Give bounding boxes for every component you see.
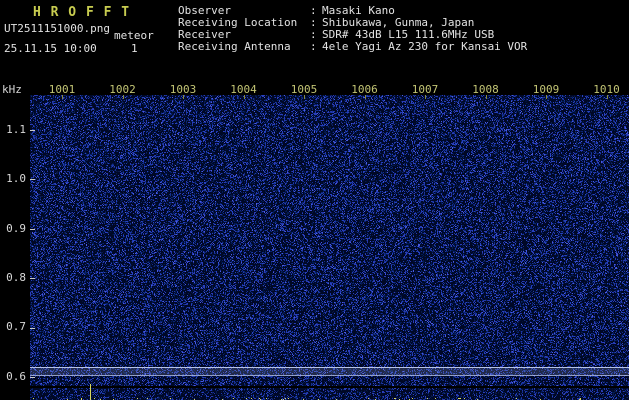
y-tick-label: 0.7	[2, 320, 26, 333]
y-tick-label: 0.6	[2, 370, 26, 383]
app-title: H R O F F T	[33, 5, 130, 20]
frame-counter: 1	[131, 42, 138, 55]
observer-info: Observer: Masaki Kano Receiving Location: S…	[178, 5, 527, 53]
datetime-label: 25.11.15 10:00	[4, 42, 97, 55]
info-row: Receiving Antenna:4ele Yagi Az 230 for K…	[178, 41, 527, 53]
y-tick-label: 0.9	[2, 222, 26, 235]
spectrogram-canvas	[30, 95, 629, 386]
signal-spike	[90, 384, 91, 400]
output-filename: UT2511151000.png	[4, 22, 110, 35]
mode-label: meteor	[114, 29, 154, 42]
y-tick-label: 1.0	[2, 172, 26, 185]
info-value: 4ele Yagi Az 230 for Kansai VOR	[322, 41, 527, 53]
y-axis-unit: kHz	[2, 83, 22, 96]
info-colon: :	[310, 41, 322, 53]
info-label: Receiving Antenna	[178, 41, 310, 53]
y-tick-label: 0.8	[2, 271, 26, 284]
hrofft-screen: H R O F F T UT2511151000.png meteor 25.1…	[0, 0, 629, 400]
y-tick-label: 1.1	[2, 123, 26, 136]
signal-strip-canvas	[30, 388, 629, 400]
